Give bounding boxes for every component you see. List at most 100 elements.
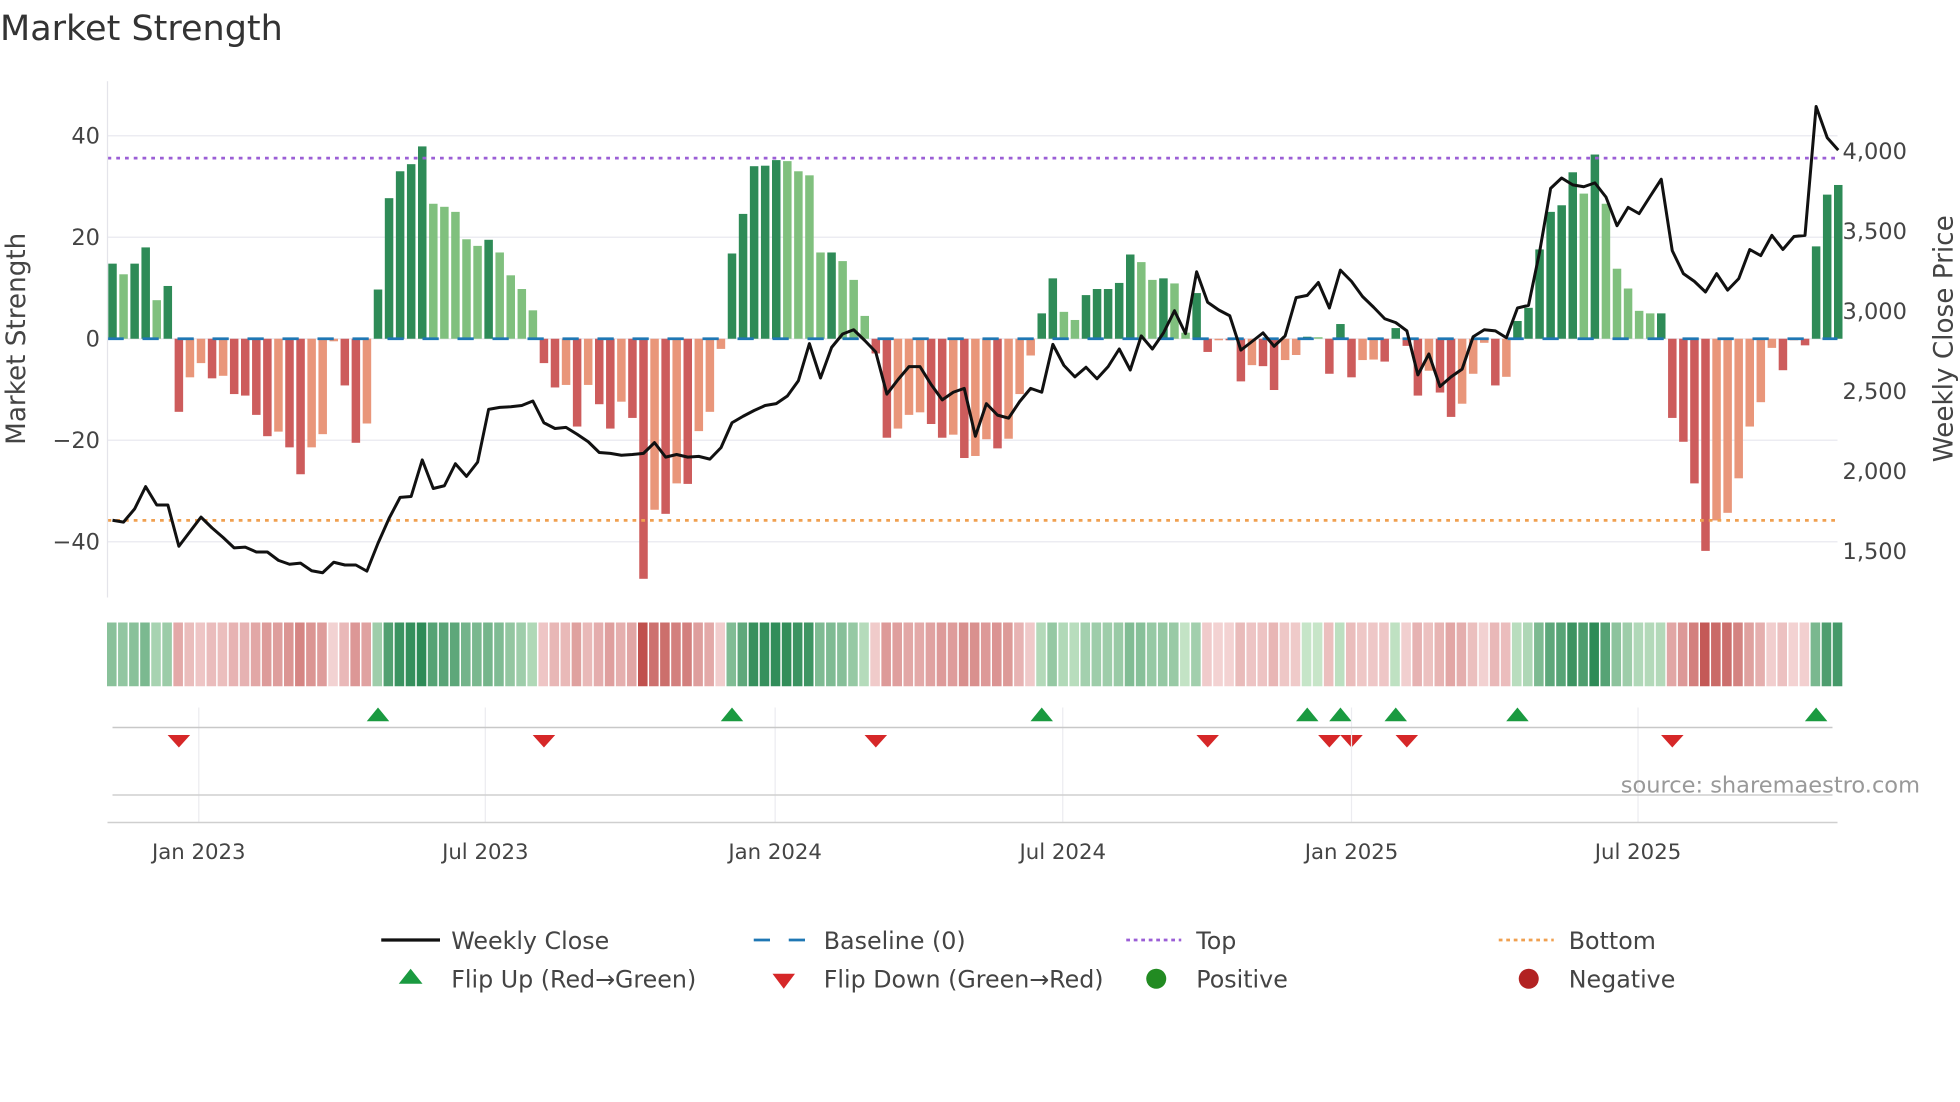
- strength-bar: [185, 338, 195, 378]
- strength-bar: [1679, 338, 1688, 442]
- positive-dot-icon: [1146, 968, 1167, 989]
- strength-bar: [1347, 338, 1356, 378]
- strength-strip-cell: [1489, 622, 1500, 687]
- strength-strip-cell: [184, 622, 194, 687]
- strength-strip-cell: [1534, 622, 1544, 687]
- strength-bar: [473, 245, 482, 339]
- strength-strip-cell: [394, 622, 405, 687]
- strength-strip-cell: [472, 622, 482, 687]
- strength-strip-cell: [1180, 622, 1190, 687]
- strength-strip-cell: [770, 622, 781, 687]
- strength-bar: [1502, 338, 1511, 377]
- strength-strip-cell: [737, 622, 748, 687]
- strength-strip-cell: [1069, 622, 1079, 687]
- strength-bar: [1369, 338, 1378, 360]
- chart-title: Market Strength: [0, 9, 283, 49]
- strength-bar: [838, 261, 847, 339]
- strength-bar: [1070, 319, 1080, 339]
- legend-item: Top: [1126, 927, 1236, 955]
- strength-strip-cell: [1268, 622, 1279, 687]
- strength-strip-cell: [1434, 622, 1445, 687]
- strength-bar: [1834, 184, 1843, 339]
- strength-strip-cell: [1700, 622, 1710, 687]
- strength-strip-cell: [449, 622, 460, 687]
- strength-bar: [1280, 338, 1290, 361]
- strength-bar: [783, 161, 792, 339]
- strength-strip-cell: [438, 622, 449, 687]
- strength-strip-cell: [1688, 622, 1699, 687]
- strength-bar: [1258, 338, 1268, 367]
- strength-strip-cell: [936, 622, 947, 687]
- strength-strip-cell: [1312, 622, 1323, 687]
- strength-strip-cell: [339, 622, 349, 687]
- strength-bar: [1822, 194, 1832, 339]
- strength-strip-cell: [1390, 622, 1400, 687]
- strength-bar: [1657, 313, 1666, 339]
- strength-strip-cell: [538, 622, 548, 687]
- strength-strip-cell: [405, 622, 416, 687]
- strength-bar: [252, 338, 261, 415]
- strength-strip-cell: [383, 622, 394, 687]
- strength-strip-cell: [1202, 622, 1212, 687]
- strength-bar: [1148, 279, 1157, 339]
- strength-strip-cell: [925, 622, 936, 687]
- strength-strip-cell: [1788, 622, 1799, 687]
- strength-strip-cell: [1755, 622, 1765, 687]
- strength-bar: [1336, 324, 1345, 339]
- strength-bar: [318, 338, 327, 435]
- strength-bar: [539, 338, 549, 364]
- strength-bar: [1214, 338, 1223, 341]
- flip-down-marker: [1661, 735, 1684, 748]
- y-tick-label: 0: [86, 326, 100, 352]
- strength-strip-cell: [1080, 622, 1091, 687]
- strength-bar: [1568, 172, 1578, 339]
- strength-strip-cell: [1478, 622, 1489, 687]
- strength-bar: [1048, 278, 1058, 339]
- strength-strip-cell: [958, 622, 969, 687]
- strength-bar: [152, 300, 161, 339]
- flip-up-marker: [1506, 707, 1529, 722]
- strength-bar: [716, 338, 726, 349]
- strength-bar: [639, 338, 648, 579]
- strength-strip-cell: [1368, 622, 1378, 687]
- y2-tick-label: 3,000: [1843, 299, 1907, 325]
- strength-strip-cell: [1766, 622, 1776, 687]
- strength-bar: [1668, 338, 1677, 418]
- strength-strip-cell: [239, 622, 250, 687]
- strength-strip-cell: [1191, 622, 1201, 687]
- strength-strip-cell: [217, 622, 228, 687]
- strength-bar: [1778, 338, 1788, 371]
- strength-bar: [1690, 338, 1699, 484]
- strength-bar: [506, 275, 515, 339]
- legend-label: Weekly Close: [451, 927, 609, 955]
- legend-label: Top: [1195, 927, 1236, 955]
- strength-strip-cell: [837, 622, 847, 687]
- strength-bar: [617, 338, 626, 402]
- strength-bar: [418, 146, 427, 339]
- strength-bar: [1004, 338, 1013, 439]
- legend-item: Bottom: [1498, 927, 1656, 955]
- strength-strip-cell: [1511, 622, 1522, 687]
- strength-strip-cell: [726, 622, 737, 687]
- strength-strip-cell: [1622, 622, 1633, 687]
- strength-bar: [650, 338, 659, 510]
- y2-tick-label: 2,000: [1843, 459, 1907, 485]
- strength-strip-cell: [1633, 622, 1644, 687]
- strength-bar: [1546, 211, 1555, 339]
- strength-strip-cell: [306, 622, 316, 687]
- strength-bar: [1634, 310, 1644, 339]
- legend-label: Baseline (0): [824, 927, 966, 955]
- strength-strip-cell: [947, 622, 958, 687]
- strength-strip-cell: [1357, 622, 1367, 687]
- strength-bar: [772, 160, 781, 339]
- strength-bar: [982, 338, 991, 440]
- x-tick-label: Jul 2025: [1593, 840, 1681, 865]
- strength-bar: [1026, 338, 1035, 356]
- strength-strip-cell: [1677, 622, 1688, 687]
- x-tick-label: Jan 2023: [150, 840, 246, 865]
- strength-strip-cell: [118, 622, 128, 687]
- strength-bar: [993, 338, 1002, 449]
- strength-bar: [1756, 338, 1766, 403]
- strength-strip-cell: [195, 622, 206, 687]
- strength-bar: [1811, 246, 1821, 339]
